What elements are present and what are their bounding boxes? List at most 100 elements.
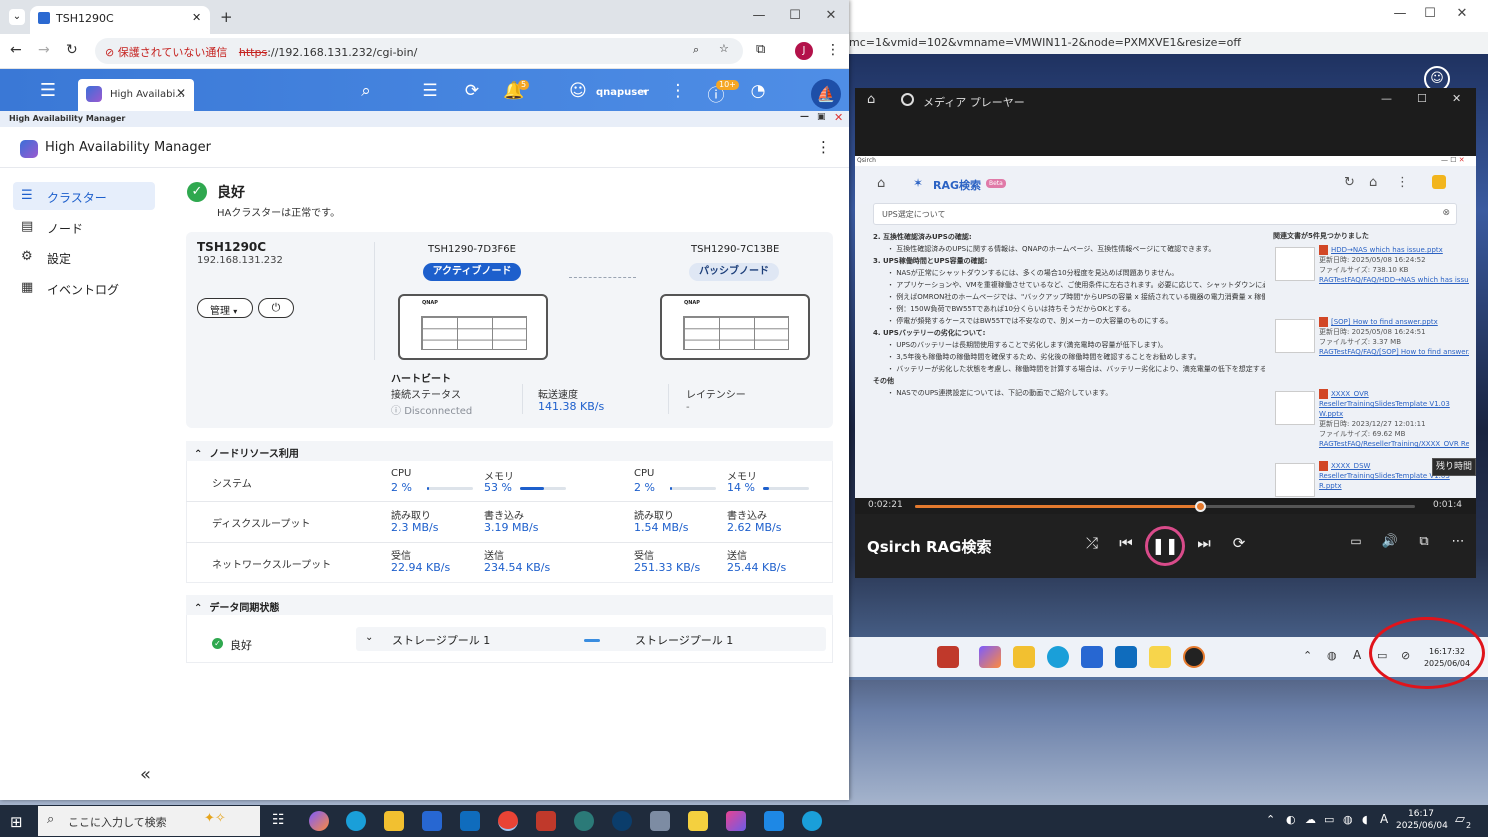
more-options-icon[interactable]: ⋯ xyxy=(1446,534,1470,549)
not-secure-icon[interactable]: ⊘ xyxy=(105,46,114,59)
miniplayer-icon[interactable]: ⧉ xyxy=(1412,534,1436,549)
storage-icon[interactable]: ☰ xyxy=(418,81,442,101)
next-icon[interactable]: ⏭ xyxy=(1192,534,1216,552)
zoom-icon[interactable]: ⌕ xyxy=(693,43,699,57)
outlook-icon[interactable] xyxy=(1115,646,1137,668)
app-tools-icon[interactable] xyxy=(937,646,959,668)
edge-icon[interactable] xyxy=(802,811,822,831)
tab-active[interactable]: TSH1290C ✕ xyxy=(30,6,210,34)
expand-chevron-icon[interactable]: ⌄ xyxy=(365,632,373,643)
repeat-icon[interactable]: ⟳ xyxy=(1227,534,1251,552)
network-icon[interactable]: ◍ xyxy=(1343,813,1353,826)
doc-path[interactable]: RAGTestFAQ/ResellerTraining/XXXX_OVR Res… xyxy=(1319,439,1469,449)
pause-button[interactable]: ❚❚ xyxy=(1145,526,1185,566)
caption-icon[interactable]: ▭ xyxy=(1344,534,1368,548)
bookmark-star-icon[interactable]: ☆ xyxy=(719,42,729,55)
task-view-icon[interactable]: ☷ xyxy=(272,812,285,828)
app-icon[interactable] xyxy=(612,811,632,831)
sync-icon[interactable]: ⟳ xyxy=(460,81,484,101)
related-doc-item[interactable]: HDD→NAS which has issue.pptx 更新日時: 2025/0… xyxy=(1273,245,1469,317)
tab-close-icon[interactable]: ✕ xyxy=(192,11,201,24)
app-maximize-icon[interactable]: ▣ xyxy=(817,112,826,122)
refresh-icon[interactable]: ↻ xyxy=(1344,175,1355,190)
reload-icon[interactable]: ↻ xyxy=(66,42,78,58)
home-icon[interactable]: ⌂ xyxy=(867,92,875,107)
user-icon[interactable]: ☺ xyxy=(566,81,590,101)
seek-thumb[interactable] xyxy=(1195,501,1206,512)
chrome-menu-icon[interactable]: ⋮ xyxy=(826,42,840,58)
clear-icon[interactable]: ⊗ xyxy=(1442,208,1450,218)
minimize-icon[interactable]: — xyxy=(744,8,774,23)
copilot-icon[interactable] xyxy=(309,811,329,831)
maximize-icon[interactable]: ☐ xyxy=(1415,6,1445,21)
maximize-icon[interactable]: ☐ xyxy=(780,8,810,23)
app-close-icon[interactable]: ✕ xyxy=(834,111,843,124)
close-icon[interactable]: ✕ xyxy=(1452,92,1461,105)
volume-icon[interactable]: ◖ xyxy=(1362,813,1368,826)
doc-name[interactable]: HDD→NAS which has issue.pptx xyxy=(1319,245,1469,255)
qsirch-icon[interactable] xyxy=(764,811,784,831)
doc-name[interactable]: [SOP] How to find answer.pptx xyxy=(1319,317,1469,327)
network-icon[interactable]: ◍ xyxy=(1327,649,1337,662)
qts-app-tab[interactable]: High Availabi... ✕ xyxy=(78,79,194,111)
remote-desktop-icon[interactable] xyxy=(650,811,670,831)
profile-avatar[interactable]: J xyxy=(795,42,813,60)
app-icon[interactable] xyxy=(536,811,556,831)
back-icon[interactable]: ← xyxy=(10,42,22,58)
app-icon[interactable] xyxy=(726,811,746,831)
app-icon[interactable] xyxy=(574,811,594,831)
close-app-icon[interactable]: ✕ xyxy=(176,86,186,100)
file-explorer-icon[interactable] xyxy=(384,811,404,831)
ime-icon[interactable]: A xyxy=(1353,648,1361,662)
sidebar-item-event-log[interactable]: ▦ イベントログ xyxy=(13,274,155,302)
shuffle-icon[interactable]: ⤮ xyxy=(1080,534,1104,552)
collapse-sidebar-icon[interactable]: « xyxy=(140,764,151,785)
media-player-icon[interactable] xyxy=(1183,646,1205,668)
taskbar-clock[interactable]: 16:17 2025/06/04 xyxy=(1396,808,1448,832)
sidebar-item-settings[interactable]: ⚙ 設定 xyxy=(13,243,155,271)
main-menu-icon[interactable]: ☰ xyxy=(36,80,60,101)
display-icon[interactable]: ▭ xyxy=(1324,813,1334,826)
store-icon[interactable] xyxy=(422,811,442,831)
resources-section-header[interactable]: ⌃ ノードリソース利用 xyxy=(186,441,833,461)
qnap-logo-icon[interactable]: ⛵ xyxy=(811,79,841,109)
copilot-icon[interactable] xyxy=(979,646,1001,668)
close-icon[interactable]: ✕ xyxy=(1447,6,1477,21)
maximize-icon[interactable]: ☐ xyxy=(1417,92,1427,105)
video-frame[interactable]: Qsirch — ☐ ✕ ⌂ ✶ RAG検索 Beta ↻ ⌂ ⋮ UPS選定に… xyxy=(855,156,1476,498)
minimize-icon[interactable]: — xyxy=(1381,92,1392,105)
ime-icon[interactable]: A xyxy=(1380,812,1388,826)
doc-path[interactable]: RAGTestFAQ/FAQ/[SOP] How to find answer.… xyxy=(1319,347,1469,357)
onedrive-icon[interactable]: ☁ xyxy=(1305,813,1316,826)
store-icon[interactable] xyxy=(1081,646,1103,668)
power-button[interactable]: ⏻ xyxy=(258,298,294,318)
dashboard-icon[interactable]: ◔ xyxy=(746,81,770,101)
tray-app-icon[interactable]: ◐ xyxy=(1286,813,1296,826)
doc-path[interactable]: RAGTestFAQ/FAQ/HDD→NAS which has issue.p… xyxy=(1319,275,1469,285)
app-menu-icon[interactable]: ⋮ xyxy=(816,138,831,156)
edge-icon[interactable] xyxy=(346,811,366,831)
close-icon[interactable]: ✕ xyxy=(816,8,846,23)
omnibox[interactable]: ⊘ 保護されていない通信 https://192.168.131.232/cgi… xyxy=(95,38,743,64)
qsirch-icon[interactable] xyxy=(1149,646,1171,668)
outlook-icon[interactable] xyxy=(460,811,480,831)
sync-section-header[interactable]: ⌃ データ同期状態 xyxy=(186,595,833,615)
doc-name[interactable]: XXXX_OVR ResellerTrainingSlidesTemplate … xyxy=(1319,389,1469,419)
related-doc-item[interactable]: XXXX_OVR ResellerTrainingSlidesTemplate … xyxy=(1273,389,1469,461)
more-icon[interactable]: ⋮ xyxy=(1396,175,1409,190)
seek-bar[interactable] xyxy=(915,501,1415,512)
tray-chevron-icon[interactable]: ⌃ xyxy=(1266,813,1275,826)
windows-start-icon[interactable]: ⊞ xyxy=(10,813,23,831)
forward-icon[interactable]: → xyxy=(38,42,50,58)
rag-search-input[interactable]: UPS選定について ⊗ xyxy=(873,203,1457,225)
extensions-icon[interactable]: ⧉ xyxy=(756,42,765,57)
sidebar-item-cluster[interactable]: ☰ クラスター xyxy=(13,182,155,210)
tray-chevron-icon[interactable]: ⌃ xyxy=(1303,649,1312,662)
user-name[interactable]: qnapuser xyxy=(596,87,649,98)
taskbar-search-input[interactable]: ⌕ ここに入力して検索 ✦✧ xyxy=(38,806,260,836)
search-icon[interactable]: ⌕ xyxy=(354,81,378,101)
app-icon[interactable] xyxy=(688,811,708,831)
app-minimize-icon[interactable]: — xyxy=(800,112,809,122)
sidebar-item-node[interactable]: ▤ ノード xyxy=(13,213,155,241)
tab-search-icon[interactable]: ⌄ xyxy=(9,9,25,25)
